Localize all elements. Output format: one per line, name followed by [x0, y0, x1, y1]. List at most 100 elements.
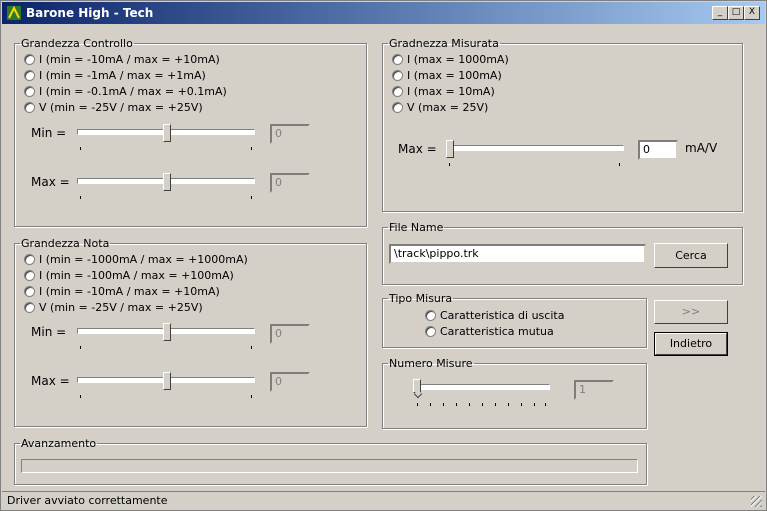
radio-misurata-100ma[interactable]: I (max = 100mA) [392, 69, 502, 82]
radio-label: I (max = 100mA) [407, 69, 502, 82]
radio-label: I (min = -100mA / max = +100mA) [39, 269, 234, 282]
radio-icon [425, 326, 436, 337]
slider-tick [80, 196, 81, 199]
slider-tick [619, 163, 620, 166]
misurata-max-slider-thumb[interactable] [446, 140, 454, 158]
slider-tick [449, 163, 450, 166]
controllo-max-slider-thumb[interactable] [163, 173, 171, 191]
misurata-max-field[interactable]: 0 [638, 140, 678, 160]
radio-label: Caratteristica di uscita [440, 309, 565, 322]
radio-nota-1000ma[interactable]: I (min = -1000mA / max = +1000mA) [24, 253, 248, 266]
radio-icon [24, 270, 35, 281]
radio-label: V (min = -25V / max = +25V) [39, 301, 203, 314]
group-legend: Gradnezza Misurata [389, 37, 499, 50]
nota-max-slider-thumb[interactable] [163, 372, 171, 390]
numero-misure-field[interactable]: 1 [574, 380, 614, 400]
next-button[interactable]: >> [654, 300, 728, 324]
numero-misure-slider-thumb[interactable] [413, 379, 421, 393]
radio-controllo-25v[interactable]: V (min = -25V / max = +25V) [24, 101, 203, 114]
radio-controllo-1ma[interactable]: I (min = -1mA / max = +1mA) [24, 69, 206, 82]
status-text: Driver avviato correttamente [7, 494, 168, 507]
slider-tick [545, 403, 546, 406]
nota-max-field[interactable]: 0 [270, 372, 310, 392]
controllo-min-slider-thumb[interactable] [163, 124, 171, 142]
slider-tick [482, 403, 483, 406]
radio-label: V (min = -25V / max = +25V) [39, 101, 203, 114]
nota-min-slider-thumb[interactable] [163, 323, 171, 341]
radio-misurata-25v[interactable]: V (max = 25V) [392, 101, 488, 114]
radio-controllo-01ma[interactable]: I (min = -0.1mA / max = +0.1mA) [24, 85, 227, 98]
radio-caratteristica-uscita[interactable]: Caratteristica di uscita [425, 309, 564, 322]
slider-tick [456, 403, 457, 406]
radio-icon [24, 102, 35, 113]
radio-icon [24, 70, 35, 81]
radio-label: I (min = -10mA / max = +10mA) [39, 53, 220, 66]
radio-nota-25v[interactable]: V (min = -25V / max = +25V) [24, 301, 203, 314]
radio-icon [392, 54, 403, 65]
nota-min-label: Min = [31, 325, 67, 339]
slider-tick [521, 403, 522, 406]
group-legend: Grandezza Controllo [21, 37, 133, 50]
radio-label: I (max = 10mA) [407, 85, 495, 98]
controllo-min-field[interactable]: 0 [270, 124, 310, 144]
slider-tick [251, 147, 252, 150]
app-icon [7, 6, 21, 20]
radio-icon [24, 86, 35, 97]
radio-controllo-10ma[interactable]: I (min = -10mA / max = +10mA) [24, 53, 220, 66]
minimize-button[interactable]: _ [712, 6, 728, 20]
group-legend: Numero Misure [389, 357, 473, 370]
misurata-max-label: Max = [398, 142, 437, 156]
status-bar: Driver avviato correttamente [2, 491, 765, 510]
radio-label: Caratteristica mutua [440, 325, 554, 338]
file-name-input[interactable]: \track\pippo.trk [389, 244, 646, 264]
radio-label: I (max = 1000mA) [407, 53, 509, 66]
controllo-min-label: Min = [31, 126, 67, 140]
group-legend: Grandezza Nota [21, 237, 110, 250]
controllo-max-label: Max = [31, 175, 70, 189]
radio-label: I (min = -1mA / max = +1mA) [39, 69, 206, 82]
misurata-max-slider[interactable] [446, 145, 624, 151]
radio-icon [24, 302, 35, 313]
slider-tick [80, 346, 81, 349]
resize-grip-icon[interactable] [751, 496, 762, 507]
radio-nota-10ma[interactable]: I (min = -10mA / max = +10mA) [24, 285, 220, 298]
radio-icon [392, 86, 403, 97]
slider-tick [417, 403, 418, 406]
slider-tick [80, 147, 81, 150]
indietro-button[interactable]: Indietro [654, 332, 728, 356]
slider-tick [469, 403, 470, 406]
slider-tick [251, 346, 252, 349]
progress-bar [21, 459, 638, 473]
numero-misure-slider[interactable] [414, 384, 550, 390]
radio-misurata-1000ma[interactable]: I (max = 1000mA) [392, 53, 509, 66]
radio-misurata-10ma[interactable]: I (max = 10mA) [392, 85, 495, 98]
group-legend: File Name [389, 221, 444, 234]
radio-nota-100ma[interactable]: I (min = -100mA / max = +100mA) [24, 269, 234, 282]
radio-label: I (min = -0.1mA / max = +0.1mA) [39, 85, 227, 98]
radio-icon [24, 286, 35, 297]
title-bar[interactable]: Barone High - Tech _ □ X [2, 2, 765, 24]
radio-icon [392, 70, 403, 81]
radio-caratteristica-mutua[interactable]: Caratteristica mutua [425, 325, 554, 338]
cerca-button[interactable]: Cerca [654, 243, 728, 268]
slider-tick [80, 395, 81, 398]
radio-icon [425, 310, 436, 321]
radio-icon [24, 54, 35, 65]
next-button-label: >> [681, 305, 701, 318]
window-title: Barone High - Tech [26, 6, 154, 20]
slider-tick [251, 395, 252, 398]
misurata-unit-label: mA/V [685, 141, 718, 155]
radio-label: I (min = -10mA / max = +10mA) [39, 285, 220, 298]
slider-tick [508, 403, 509, 406]
maximize-button[interactable]: □ [728, 6, 744, 20]
slider-tick [534, 403, 535, 406]
close-button[interactable]: X [744, 6, 760, 20]
radio-label: V (max = 25V) [407, 101, 489, 114]
controllo-max-field[interactable]: 0 [270, 173, 310, 193]
slider-tick [495, 403, 496, 406]
radio-icon [392, 102, 403, 113]
group-legend: Tipo Misura [389, 292, 453, 305]
slider-tick [251, 196, 252, 199]
nota-min-field[interactable]: 0 [270, 324, 310, 344]
radio-label: I (min = -1000mA / max = +1000mA) [39, 253, 248, 266]
